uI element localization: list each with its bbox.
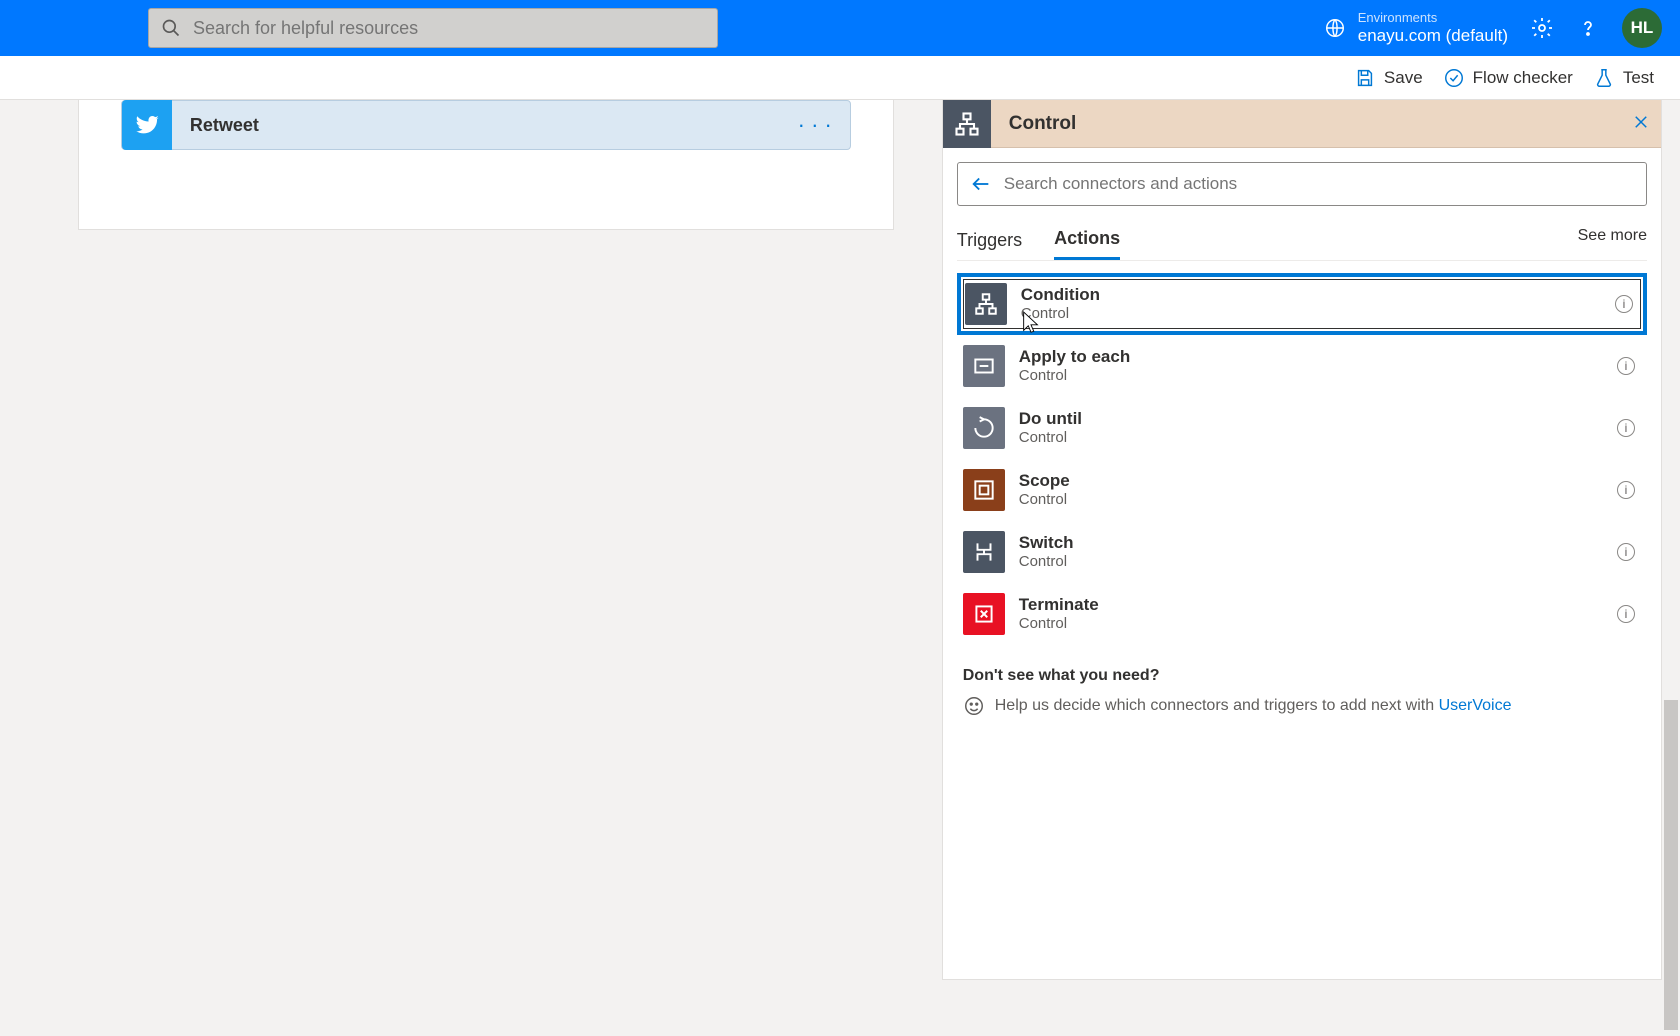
action-subtitle: Control bbox=[1019, 367, 1617, 385]
gear-icon bbox=[1530, 16, 1554, 40]
tabs: Triggers Actions See more bbox=[957, 220, 1647, 261]
action-row-switch[interactable]: SwitchControli bbox=[957, 521, 1647, 583]
uservoice-link[interactable]: UserVoice bbox=[1439, 697, 1512, 714]
environment-picker[interactable]: Environments enayu.com (default) bbox=[1324, 10, 1508, 46]
top-bar: Environments enayu.com (default) HL bbox=[0, 0, 1680, 56]
save-icon bbox=[1354, 67, 1376, 89]
settings-button[interactable] bbox=[1530, 16, 1554, 40]
see-more-link[interactable]: See more bbox=[1578, 227, 1647, 253]
twitter-icon bbox=[122, 100, 172, 150]
control-title: Control bbox=[991, 113, 1621, 135]
global-search[interactable] bbox=[148, 8, 718, 48]
action-info-button[interactable]: i bbox=[1617, 605, 1635, 623]
action-info-button[interactable]: i bbox=[1617, 543, 1635, 561]
close-button[interactable] bbox=[1621, 111, 1661, 137]
action-subtitle: Control bbox=[1019, 491, 1617, 509]
action-search-input[interactable] bbox=[1004, 174, 1634, 194]
test-button[interactable]: Test bbox=[1593, 67, 1654, 89]
action-name: Switch bbox=[1019, 533, 1617, 553]
control-panel: Control Triggers Actions See more Condit… bbox=[942, 100, 1662, 980]
action-subtitle: Control bbox=[1019, 553, 1617, 571]
flow-checker-button[interactable]: Flow checker bbox=[1443, 67, 1573, 89]
top-right-controls: Environments enayu.com (default) HL bbox=[1324, 8, 1662, 48]
action-row-do-until[interactable]: Do untilControli bbox=[957, 397, 1647, 459]
back-arrow-icon[interactable] bbox=[970, 173, 992, 195]
search-icon bbox=[161, 18, 181, 38]
action-row-condition[interactable]: ConditionControli bbox=[957, 273, 1647, 335]
action-name: Do until bbox=[1019, 409, 1617, 429]
action-name: Scope bbox=[1019, 471, 1617, 491]
global-search-input[interactable] bbox=[193, 18, 705, 39]
action-info-button[interactable]: i bbox=[1617, 481, 1635, 499]
left-flow-panel: Retweet · · · bbox=[78, 100, 894, 230]
workspace: Retweet · · · Control Triggers Actions S… bbox=[0, 100, 1680, 980]
save-label: Save bbox=[1384, 68, 1423, 88]
need-help-block: Don't see what you need? Help us decide … bbox=[957, 667, 1647, 717]
action-list: ConditionControliApply to eachControliDo… bbox=[957, 273, 1647, 645]
flask-icon bbox=[1593, 67, 1615, 89]
environment-label: Environments bbox=[1358, 10, 1508, 26]
action-name: Apply to each bbox=[1019, 347, 1617, 367]
action-subtitle: Control bbox=[1019, 615, 1617, 633]
action-row-terminate[interactable]: TerminateControli bbox=[957, 583, 1647, 645]
card-menu-button[interactable]: · · · bbox=[780, 112, 850, 138]
action-icon bbox=[963, 469, 1005, 511]
retweet-title: Retweet bbox=[172, 115, 780, 136]
action-info-button[interactable]: i bbox=[1617, 419, 1635, 437]
save-button[interactable]: Save bbox=[1354, 67, 1423, 89]
tab-actions[interactable]: Actions bbox=[1054, 220, 1120, 260]
help-icon bbox=[1576, 16, 1600, 40]
action-subtitle: Control bbox=[1021, 305, 1615, 323]
control-connector-icon bbox=[943, 100, 991, 148]
control-header: Control bbox=[943, 100, 1661, 148]
need-help-title: Don't see what you need? bbox=[963, 667, 1641, 685]
retweet-card[interactable]: Retweet · · · bbox=[121, 100, 851, 150]
action-icon bbox=[963, 531, 1005, 573]
help-button[interactable] bbox=[1576, 16, 1600, 40]
action-info-button[interactable]: i bbox=[1617, 357, 1635, 375]
flow-checker-label: Flow checker bbox=[1473, 68, 1573, 88]
action-row-scope[interactable]: ScopeControli bbox=[957, 459, 1647, 521]
checker-icon bbox=[1443, 67, 1465, 89]
action-name: Condition bbox=[1021, 285, 1615, 305]
action-row-apply-to-each[interactable]: Apply to eachControli bbox=[957, 335, 1647, 397]
action-search[interactable] bbox=[957, 162, 1647, 206]
test-label: Test bbox=[1623, 68, 1654, 88]
tab-triggers[interactable]: Triggers bbox=[957, 222, 1022, 259]
action-icon bbox=[965, 283, 1007, 325]
action-icon bbox=[963, 345, 1005, 387]
scrollbar-thumb[interactable] bbox=[1664, 700, 1678, 1030]
close-icon bbox=[1632, 113, 1650, 131]
environment-name: enayu.com (default) bbox=[1358, 26, 1508, 46]
globe-icon bbox=[1324, 17, 1346, 39]
command-bar: Save Flow checker Test bbox=[0, 56, 1680, 100]
action-subtitle: Control bbox=[1019, 429, 1617, 447]
smile-icon bbox=[963, 695, 985, 717]
need-help-text: Help us decide which connectors and trig… bbox=[995, 697, 1512, 715]
user-avatar[interactable]: HL bbox=[1622, 8, 1662, 48]
action-icon bbox=[963, 593, 1005, 635]
action-name: Terminate bbox=[1019, 595, 1617, 615]
action-info-button[interactable]: i bbox=[1615, 295, 1633, 313]
action-icon bbox=[963, 407, 1005, 449]
